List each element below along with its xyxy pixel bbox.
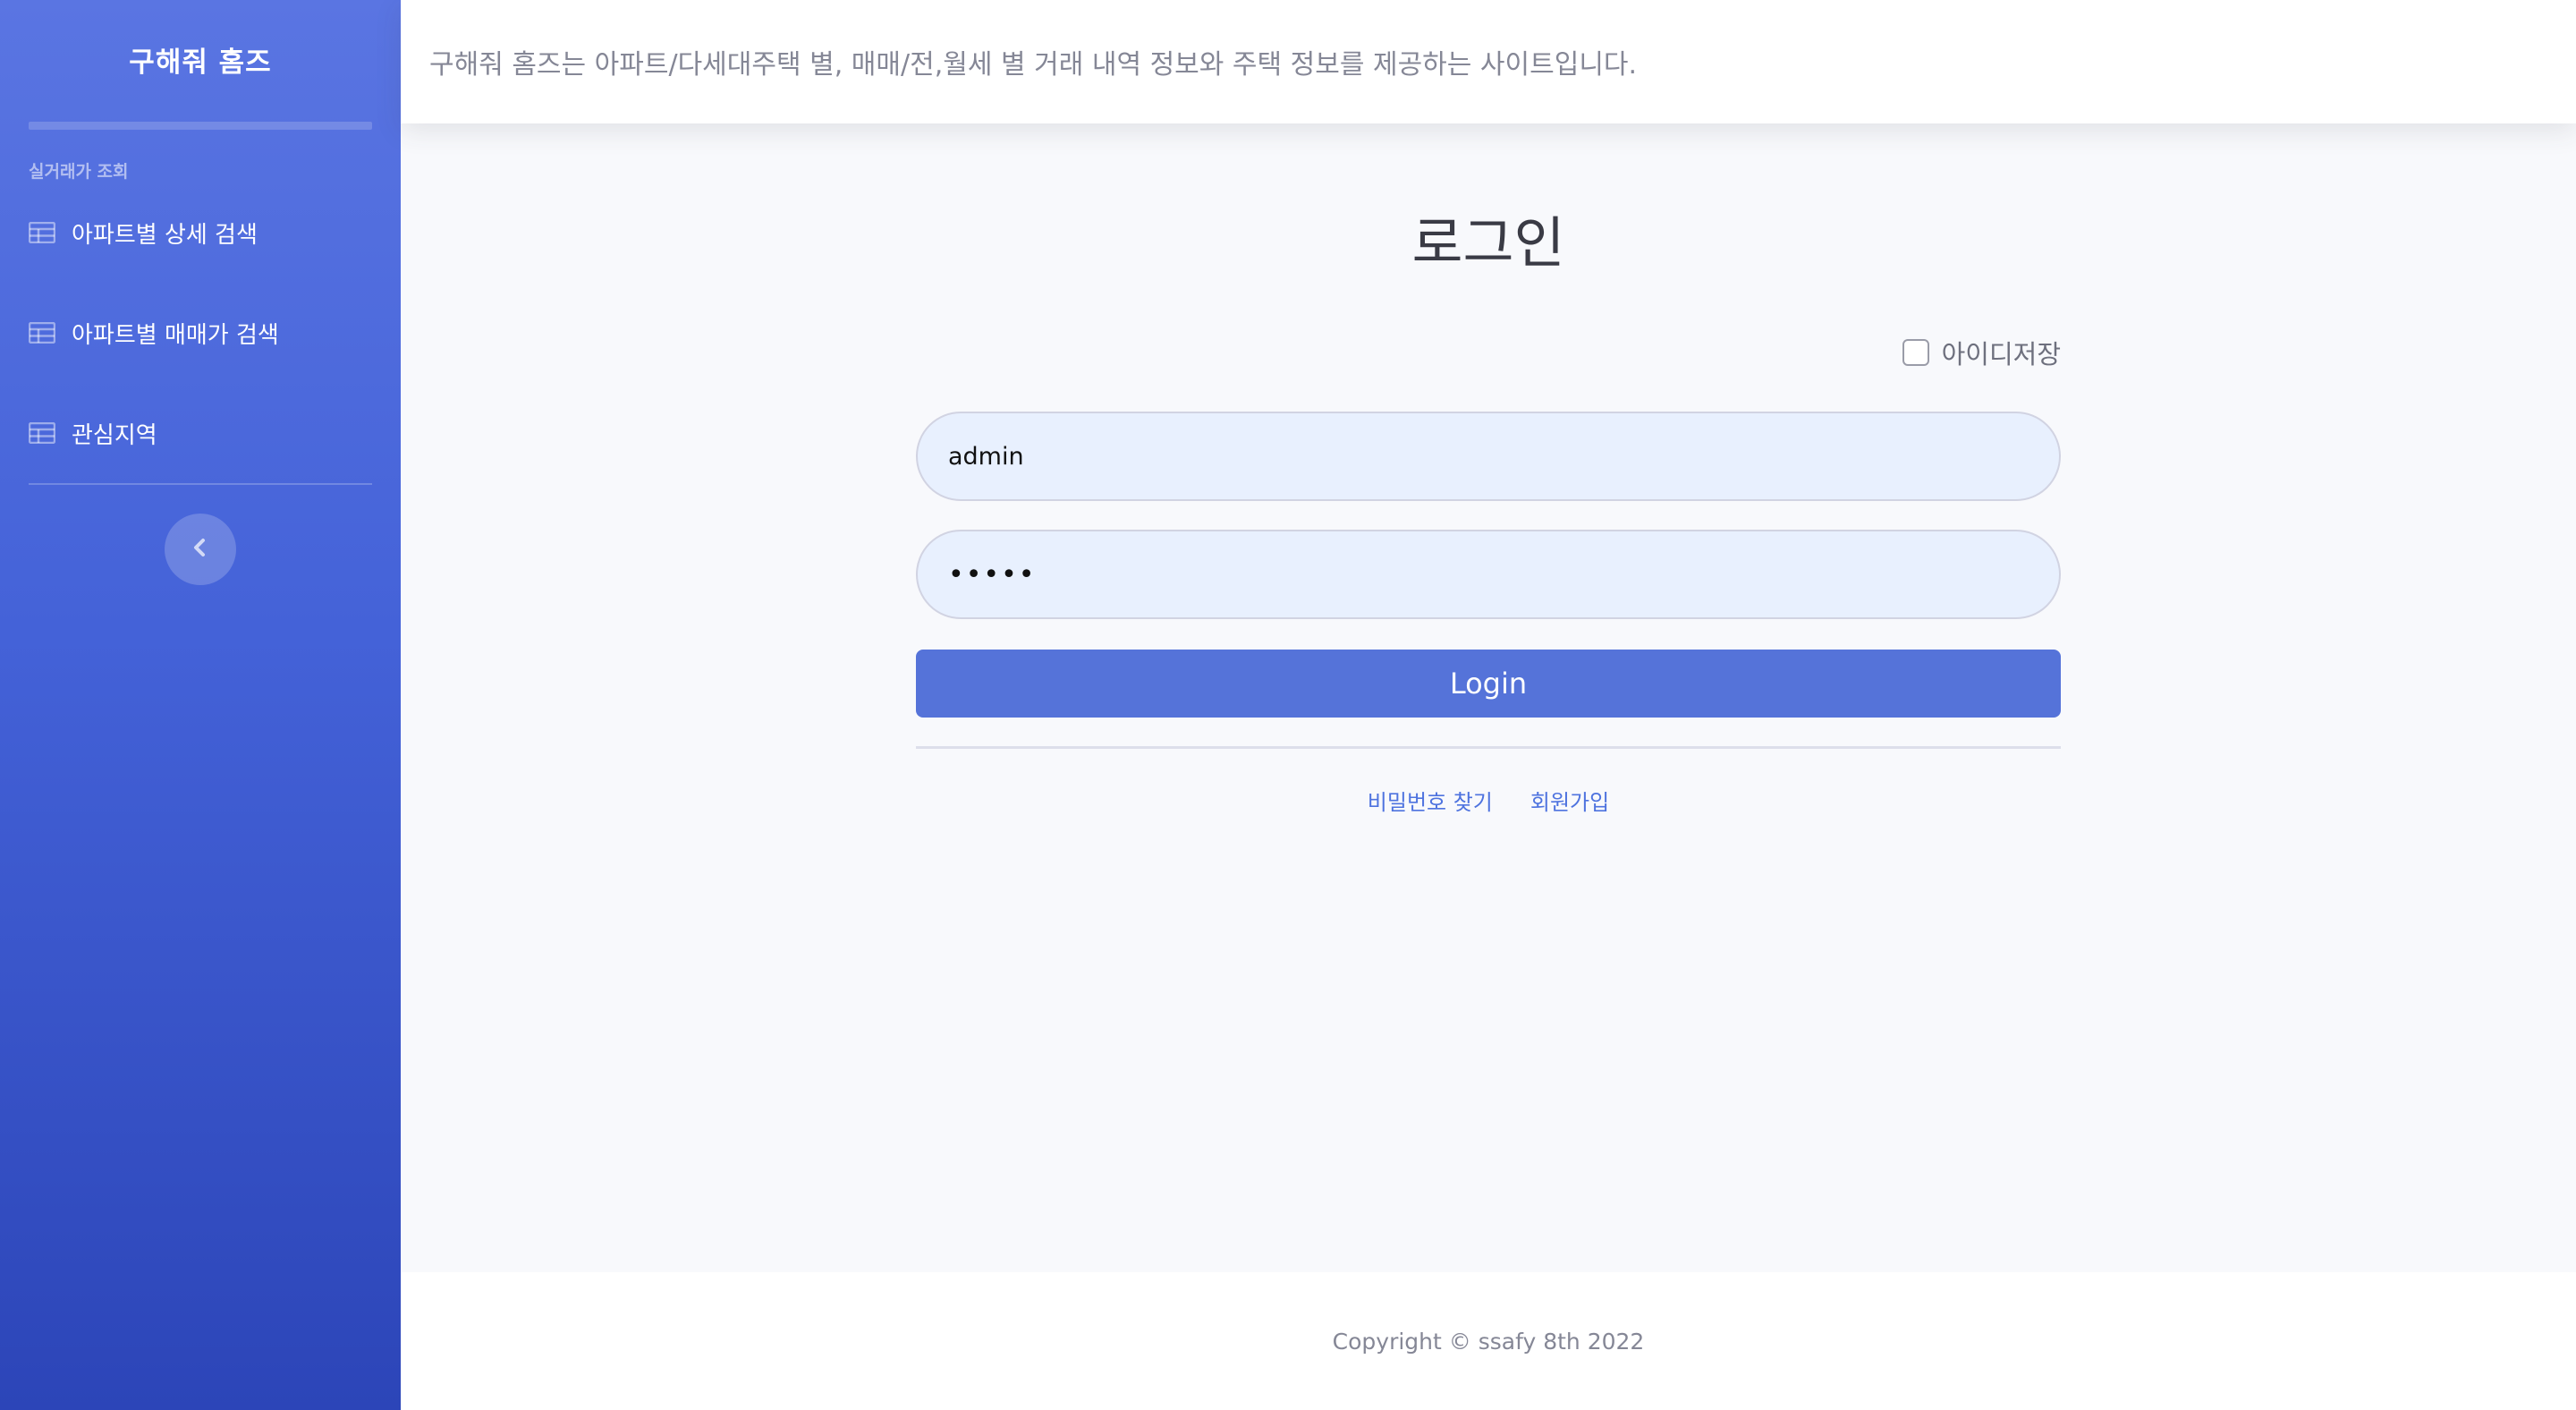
sidebar-nav: 아파트별 상세 검색 아파트별 매매가 검색 관심지역 xyxy=(0,183,401,483)
sidebar-item-label: 아파트별 상세 검색 xyxy=(72,221,258,249)
auth-links: 비밀번호 찾기 회원가입 xyxy=(916,785,2061,816)
sidebar-brand[interactable]: 구해줘 홈즈 xyxy=(0,0,401,118)
sidebar-divider xyxy=(29,122,372,130)
find-password-link[interactable]: 비밀번호 찾기 xyxy=(1368,785,1493,816)
main-content: 로그인 아이디저장 admin ••••• Login 비밀번호 찾기 회원가입 xyxy=(401,123,2576,1272)
sidebar-divider xyxy=(29,483,372,485)
remember-id-label: 아이디저장 xyxy=(1941,339,2061,369)
username-input[interactable]: admin xyxy=(916,412,2061,501)
footer: Copyright © ssafy 8th 2022 xyxy=(401,1272,2576,1410)
sidebar-heading: 실거래가 조회 xyxy=(29,162,129,182)
app-root: 구해줘 홈즈 실거래가 조회 아파트별 상세 검색 아파트별 매매가 검색 관심 xyxy=(0,0,2576,1410)
sidebar: 구해줘 홈즈 실거래가 조회 아파트별 상세 검색 아파트별 매매가 검색 관심 xyxy=(0,0,401,1410)
table-icon xyxy=(29,222,55,243)
login-form: 아이디저장 admin ••••• Login 비밀번호 찾기 회원가입 xyxy=(916,335,2061,816)
password-value: ••••• xyxy=(948,558,1037,590)
site-description: 구해줘 홈즈는 아파트/다세대주택 별, 매매/전,월세 별 거래 내역 정보와… xyxy=(429,49,1638,81)
sidebar-item-label: 아파트별 매매가 검색 xyxy=(72,321,279,349)
password-input[interactable]: ••••• xyxy=(916,530,2061,619)
sidebar-item-apartment-price-search[interactable]: 아파트별 매매가 검색 xyxy=(0,283,401,383)
form-divider xyxy=(916,746,2061,749)
sidebar-toggle-button[interactable] xyxy=(165,514,236,585)
table-icon xyxy=(29,422,55,444)
table-icon xyxy=(29,322,55,344)
content-wrapper: 구해줘 홈즈는 아파트/다세대주택 별, 매매/전,월세 별 거래 내역 정보와… xyxy=(401,0,2576,1410)
sidebar-toggle-wrap xyxy=(0,514,401,585)
signup-link[interactable]: 회원가입 xyxy=(1530,785,1609,816)
sidebar-item-interest-area[interactable]: 관심지역 xyxy=(0,383,401,483)
page-title: 로그인 xyxy=(1411,210,1565,276)
username-value: admin xyxy=(948,442,1024,471)
remember-id-checkbox[interactable] xyxy=(1902,339,1929,366)
sidebar-item-label: 관심지역 xyxy=(72,421,157,449)
login-button[interactable]: Login xyxy=(916,650,2061,718)
chevron-left-icon xyxy=(191,538,209,561)
sidebar-item-apartment-detail-search[interactable]: 아파트별 상세 검색 xyxy=(0,183,401,283)
remember-id-option[interactable]: 아이디저장 xyxy=(916,335,2061,370)
copyright-text: Copyright © ssafy 8th 2022 xyxy=(1332,1328,1645,1355)
topbar: 구해줘 홈즈는 아파트/다세대주택 별, 매매/전,월세 별 거래 내역 정보와… xyxy=(401,0,2576,123)
